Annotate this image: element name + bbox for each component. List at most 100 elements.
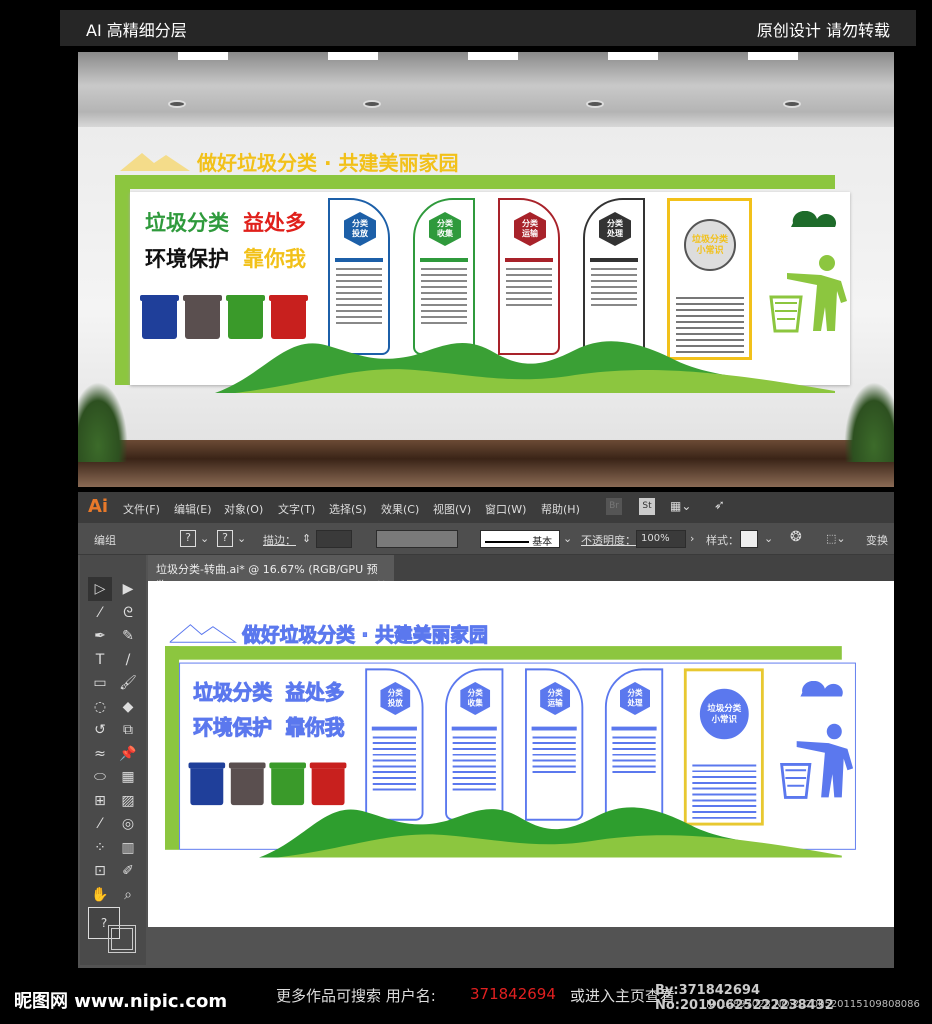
header-right: 原创设计 请勿转载 (756, 21, 890, 40)
mesh-tool-icon[interactable]: ⊞ (88, 789, 112, 813)
badge-line1: 分类 (467, 688, 483, 698)
panel-heading-bar (505, 258, 553, 262)
panel-body-text (591, 268, 637, 308)
chevron-down-icon[interactable]: ⌄ (563, 532, 572, 545)
panel-heading-bar (451, 726, 497, 731)
badge-line2: 处理 (607, 229, 623, 238)
watermark-footer: 昵图网 www.nipic.com 更多作品可搜索 用户名: 371842694… (0, 975, 932, 1024)
chevron-down-icon[interactable]: ⌄ (764, 532, 773, 545)
menu-effect[interactable]: 效果(C) (381, 501, 419, 517)
stepper-icon[interactable]: ⇕ (302, 532, 311, 545)
fill-swatch[interactable]: ? (180, 530, 196, 547)
badge-line2: 投放 (387, 698, 403, 708)
opacity-label[interactable]: 不透明度： (581, 532, 636, 548)
badge-line1: 分类 (627, 688, 643, 698)
free-transform-tool-icon[interactable]: ⬭ (88, 765, 112, 789)
spotlight (586, 100, 604, 108)
stock-icon[interactable]: St (639, 498, 655, 515)
puppet-warp-tool-icon[interactable]: 📌 (116, 742, 140, 766)
tips-circle: 垃圾分类 小常识 (684, 219, 736, 271)
pasteboard[interactable] (148, 927, 894, 968)
slogan-2a: 环境保护 (145, 247, 229, 271)
badge-line1: 分类 (522, 219, 538, 228)
document-tab[interactable]: 垃圾分类-转曲.ai* @ 16.67% (RGB/GPU 预览)× (148, 555, 394, 592)
panel-heading-bar (531, 726, 577, 731)
slogan-1b: 益处多 (243, 211, 306, 235)
chevron-down-icon[interactable]: ⌄ (237, 532, 246, 545)
zoom-tool-icon[interactable]: ⌕ (116, 883, 140, 907)
menu-window[interactable]: 窗口(W) (485, 501, 526, 517)
style-swatch[interactable] (740, 530, 758, 548)
brush-label: 基本 (532, 537, 553, 548)
perspective-grid-tool-icon[interactable]: ▦ (116, 765, 140, 789)
artboard-tool-icon[interactable]: ⊡ (88, 859, 112, 883)
magic-wand-tool-icon[interactable]: ⁄ (88, 601, 112, 625)
menu-file[interactable]: 文件(F) (123, 501, 160, 517)
scale-tool-icon[interactable]: ⧉ (116, 718, 140, 742)
artboard[interactable]: 做好垃圾分类 · 共建美丽家园 垃圾分类 益处多 环境保护 靠你我 分类 投放 分类 收集 … (148, 581, 894, 927)
menu-help[interactable]: 帮助(H) (541, 501, 580, 517)
curvature-tool-icon[interactable]: ✎ (116, 624, 140, 648)
recolor-icon[interactable]: ❂ (790, 529, 802, 545)
shaper-tool-icon[interactable]: ◌ (88, 695, 112, 719)
ceiling-lamp (608, 52, 658, 60)
symbol-sprayer-tool-icon[interactable]: ⁘ (88, 836, 112, 860)
eyedropper-tool-icon[interactable]: ⁄ (88, 812, 112, 836)
recycle-person-icon (769, 211, 847, 333)
brush-select[interactable]: 基本 (480, 530, 560, 548)
menu-edit[interactable]: 编辑(E) (174, 501, 212, 517)
menu-type[interactable]: 文字(T) (278, 501, 315, 517)
opacity-input[interactable]: 100% (636, 530, 686, 548)
stroke-label[interactable]: 描边： (263, 532, 296, 548)
chevron-down-icon[interactable]: ⌄ (200, 532, 209, 545)
direct-selection-tool-icon[interactable]: ▶ (116, 577, 140, 601)
menu-select[interactable]: 选择(S) (329, 501, 367, 517)
blend-tool-icon[interactable]: ◎ (116, 812, 140, 836)
green-hills (259, 807, 842, 858)
footer-id: ID:13897028 NO:20200520115109808086 (706, 999, 920, 1010)
stroke-weight-input[interactable] (316, 530, 352, 548)
frame-top-strip (165, 646, 842, 660)
panel-heading-bar (590, 258, 638, 262)
slogan-1a: 垃圾分类 (145, 211, 229, 235)
rotate-tool-icon[interactable]: ↺ (88, 718, 112, 742)
hand-tool-icon[interactable]: ✋ (88, 883, 112, 907)
slice-tool-icon[interactable]: ✐ (116, 859, 140, 883)
transform-button[interactable]: 变换 (866, 532, 888, 548)
menu-view[interactable]: 视图(V) (433, 501, 471, 517)
column-graph-tool-icon[interactable]: ▥ (116, 836, 140, 860)
selection-tool-icon[interactable]: ▷ (88, 577, 112, 601)
spotlight (168, 100, 186, 108)
stroke-swatch[interactable]: ? (217, 530, 233, 547)
warp-tool-icon[interactable]: ≈ (88, 742, 112, 766)
bridge-icon[interactable]: Br (606, 498, 622, 515)
feather-icon[interactable]: ➶ (714, 498, 725, 513)
green-hills (215, 341, 835, 393)
rectangle-tool-icon[interactable]: ▭ (88, 671, 112, 695)
panel-body-text (452, 736, 496, 795)
spotlight (363, 100, 381, 108)
badge-line2: 运输 (547, 698, 563, 708)
eraser-tool-icon[interactable]: ◆ (116, 695, 140, 719)
tips-line2: 小常识 (696, 246, 724, 256)
illustrator-window: Ai 文件(F) 编辑(E) 对象(O) 文字(T) 选择(S) 效果(C) 视… (78, 492, 894, 968)
chevron-right-icon[interactable]: › (690, 532, 694, 545)
align-icon[interactable]: ⬚⌄ (826, 532, 846, 545)
lasso-tool-icon[interactable]: ᘓ (116, 601, 140, 625)
stroke-swatch-box[interactable] (108, 925, 136, 953)
badge-line1: 分类 (547, 688, 563, 698)
panel-heading-bar (611, 726, 657, 731)
menu-object[interactable]: 对象(O) (224, 501, 263, 517)
type-tool-icon[interactable]: T (88, 648, 112, 672)
recycle-person-icon (780, 681, 854, 799)
line-tool-icon[interactable]: / (116, 648, 140, 672)
ceiling-lamp (178, 52, 228, 60)
hexagon-badge: 分类 运输 (540, 681, 571, 715)
gradient-tool-icon[interactable]: ▨ (116, 789, 140, 813)
variable-width-select[interactable] (376, 530, 458, 548)
panel-body-text (372, 736, 416, 795)
slogan-1a: 垃圾分类 (193, 681, 273, 705)
pen-tool-icon[interactable]: ✒ (88, 624, 112, 648)
paintbrush-tool-icon[interactable]: 🖌 (116, 671, 140, 695)
workspace-layout-icon[interactable]: ▦⌄ (670, 499, 691, 513)
